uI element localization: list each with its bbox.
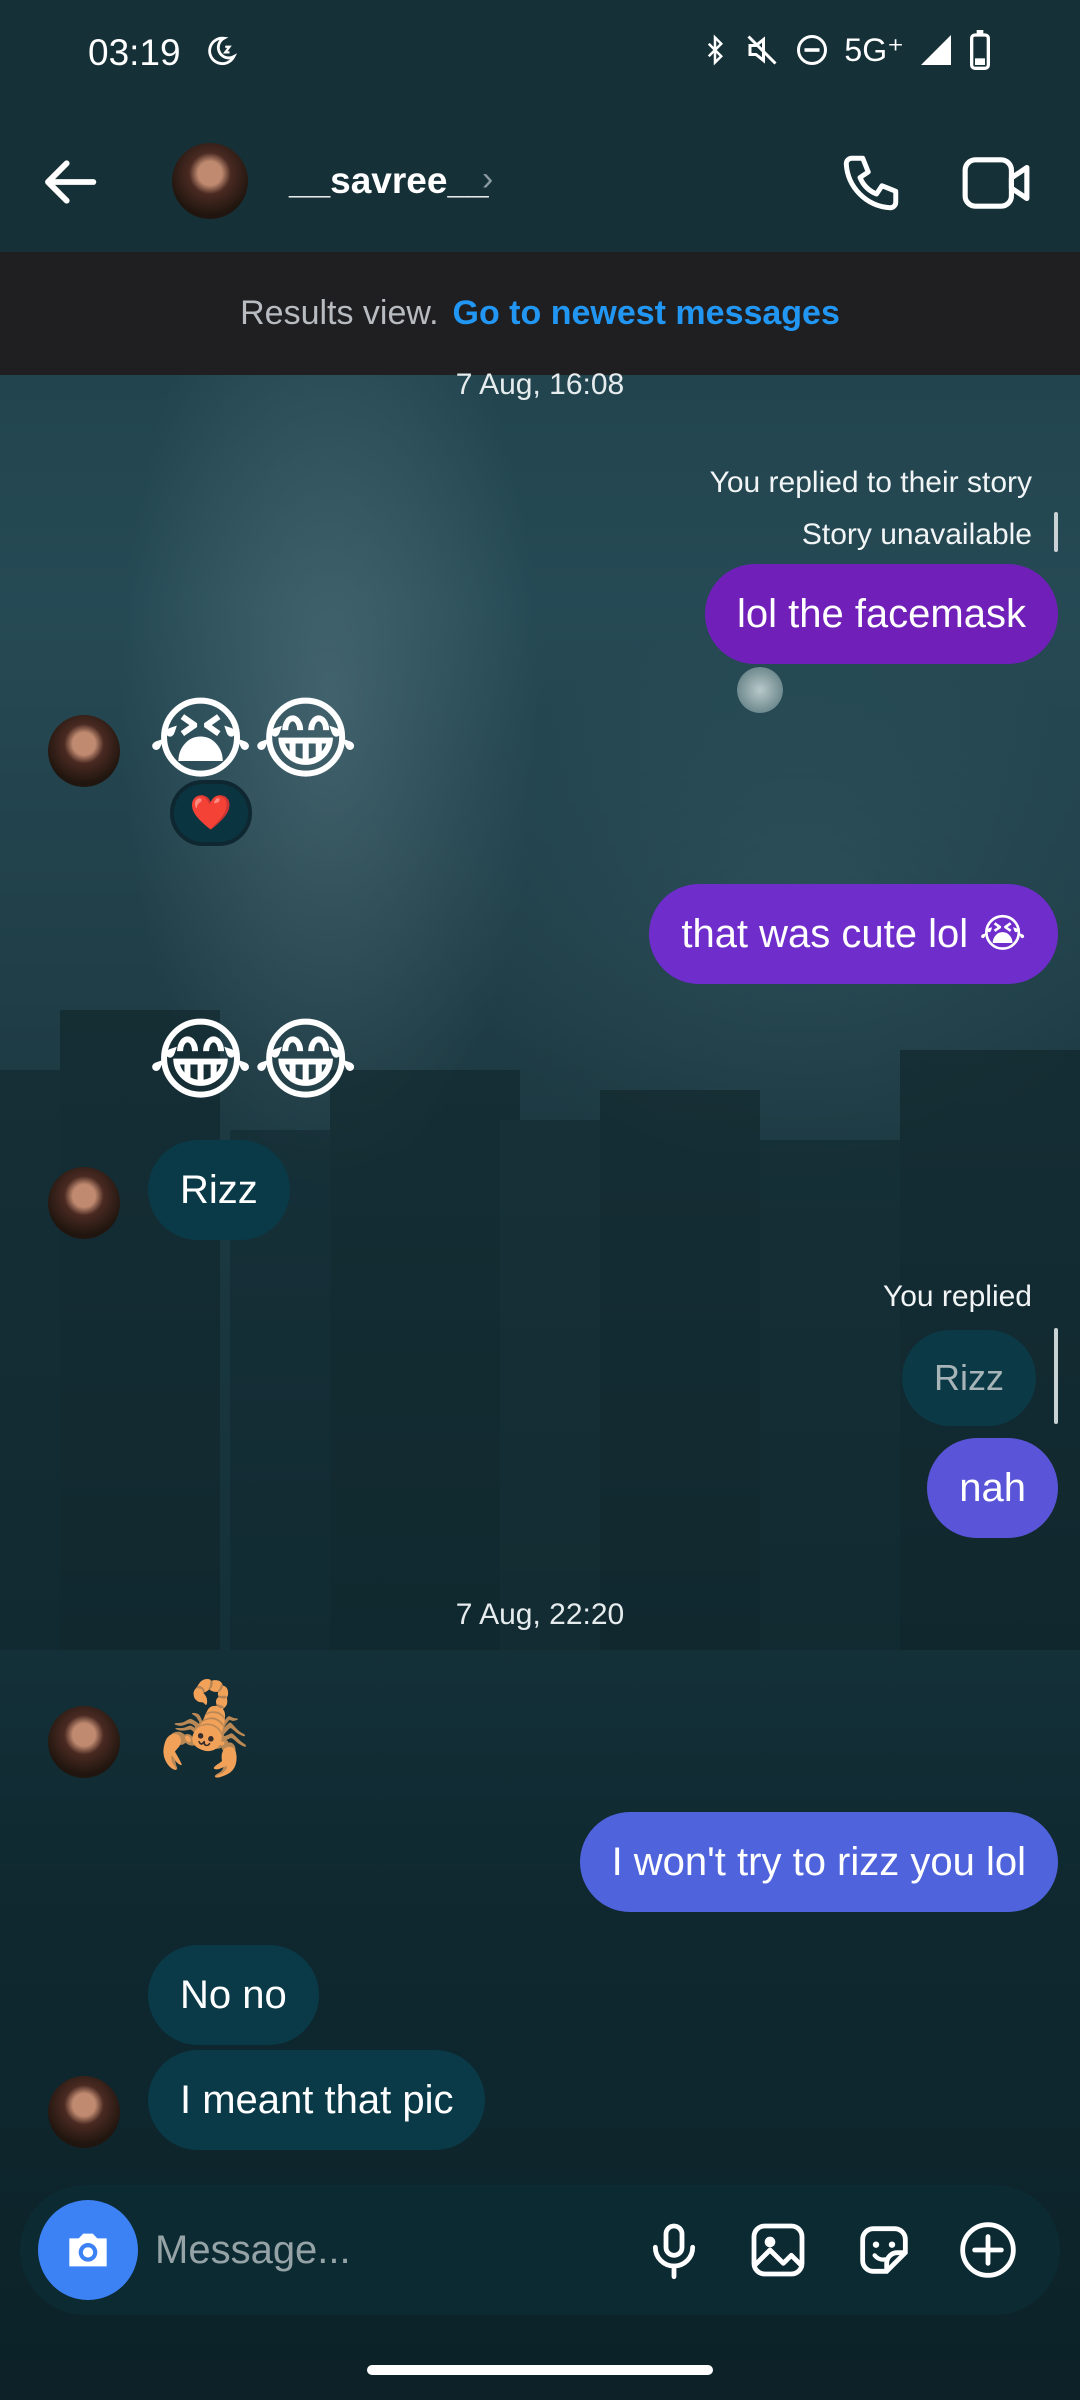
message-input[interactable] [155,2215,615,2285]
header-username[interactable]: __savree__ [289,160,489,202]
background-moon [737,667,783,713]
results-view-label: Results view. [240,294,439,332]
heart-reaction[interactable]: ❤️ [170,780,252,846]
add-plus-icon[interactable] [956,2218,1020,2282]
phone-call-icon[interactable] [838,150,904,216]
story-reply-meta: You replied to their story [709,466,1032,499]
network-type: 5G⁺ [844,32,904,68]
chevron-right-icon[interactable]: › [482,160,493,199]
timestamp-2: 7 Aug, 22:20 [455,1598,625,1631]
emoji-message[interactable]: 😭😂 [148,695,358,785]
do-not-disturb-moon-icon [208,36,238,66]
message-bubble-incoming[interactable]: I meant that pic [148,2050,486,2150]
back-arrow-icon[interactable] [40,150,104,214]
camera-button[interactable] [38,2200,138,2300]
gallery-icon[interactable] [746,2218,810,2282]
message-bubble-outgoing[interactable]: nah [927,1438,1058,1538]
bluetooth-icon [708,34,724,66]
results-view-banner: Results view. Go to newest messages [0,252,1080,375]
timestamp-1: 7 Aug, 16:08 [455,368,625,401]
battery-icon [970,30,990,70]
sticker-icon[interactable] [852,2218,916,2282]
quoted-message[interactable]: Rizz [902,1330,1036,1426]
message-bubble-outgoing[interactable]: lol the facemask [704,564,1058,664]
status-time: 03:19 [88,32,181,73]
message-bubble-outgoing[interactable]: that was cute lol 😭 [649,884,1058,984]
story-quote-bar [1054,512,1058,552]
emoji-message[interactable]: 😂😂 [148,1016,358,1106]
reply-quote-bar [1054,1328,1058,1424]
contact-avatar[interactable] [48,1706,120,1778]
emoji-message[interactable]: 🦂 [152,1686,259,1772]
message-bubble-incoming[interactable]: No no [148,1945,319,2045]
status-icons: 5G⁺ [700,30,992,70]
contact-avatar[interactable] [48,2076,120,2148]
signal-icon [921,35,951,65]
message-bubble-outgoing[interactable]: I won't try to rizz you lol [579,1812,1058,1912]
you-replied-meta: You replied [882,1280,1032,1313]
message-composer [20,2185,1060,2315]
microphone-icon[interactable] [642,2218,706,2282]
contact-avatar[interactable] [48,715,120,787]
go-to-newest-link[interactable]: Go to newest messages [453,294,840,333]
status-bar: 03:19 5G⁺ [0,0,1080,110]
mute-icon [747,35,777,65]
contact-avatar[interactable] [48,1167,120,1239]
chat-header: __savree__ › [0,110,1080,252]
dnd-icon [797,35,828,65]
camera-icon [69,2233,107,2267]
story-unavailable-label: Story unavailable [801,518,1032,551]
message-bubble-incoming[interactable]: Rizz [148,1140,290,1240]
header-avatar[interactable] [172,143,248,219]
home-indicator[interactable] [367,2365,713,2375]
video-call-icon[interactable] [960,152,1032,214]
